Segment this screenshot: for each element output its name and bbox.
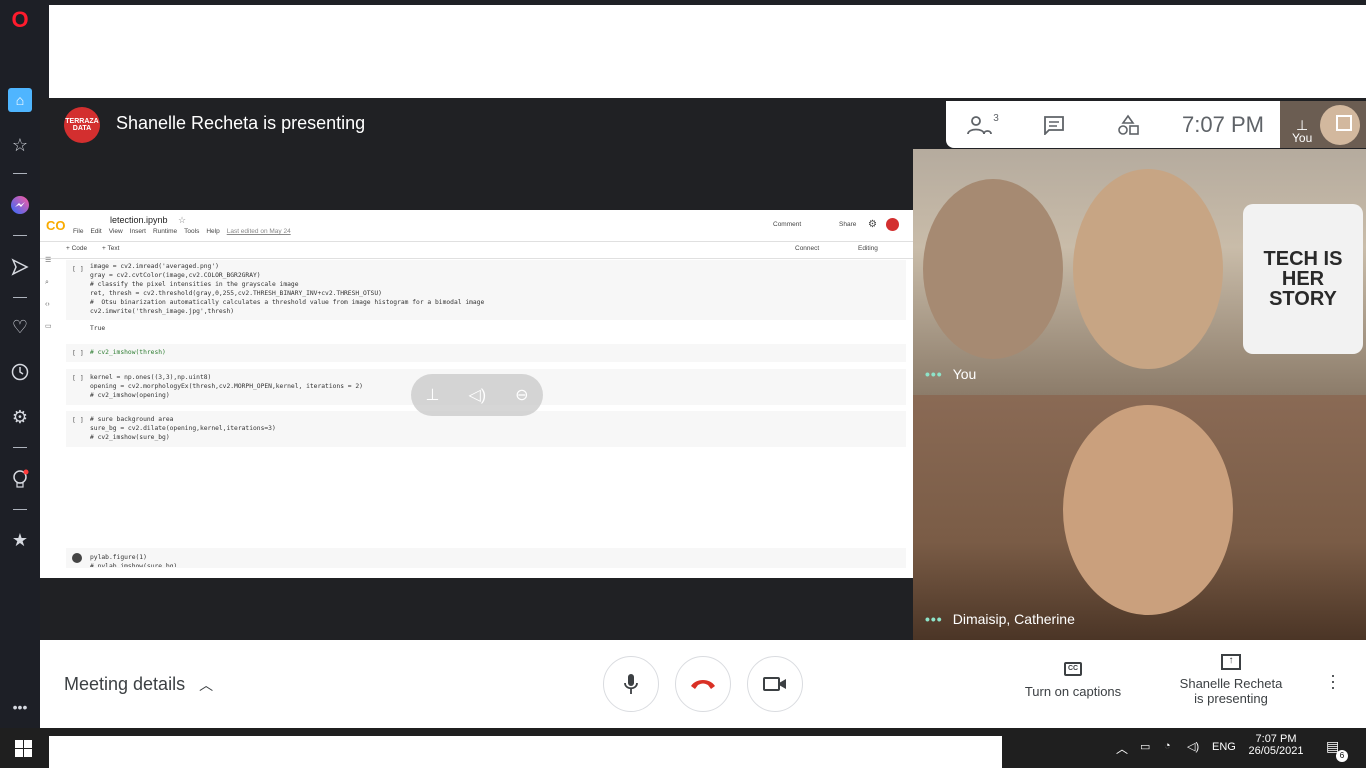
taskbar-overlay-panel[interactable] — [49, 736, 1002, 768]
send-icon[interactable] — [8, 255, 32, 279]
shapes-icon — [1118, 114, 1139, 135]
mic-button[interactable] — [603, 656, 659, 712]
chat-button[interactable] — [1032, 101, 1076, 148]
tile-name-you: ••• You — [925, 366, 977, 382]
captions-label: Turn on captions — [1024, 684, 1122, 699]
meeting-details-button[interactable]: Meeting details ︿ — [64, 674, 213, 695]
volume-icon[interactable]: ◁) — [1187, 740, 1199, 753]
chevron-up-icon: ︿ — [199, 676, 214, 693]
code-cell-2[interactable] — [66, 344, 906, 362]
self-label: You — [1292, 131, 1313, 145]
run-cell-icon[interactable] — [72, 553, 82, 563]
blank-web-content — [49, 5, 1366, 98]
code-cell-5[interactable] — [66, 548, 906, 568]
last-edited[interactable]: Last edited on May 24 — [227, 228, 291, 235]
cell-run-bracket[interactable]: [ ] — [72, 416, 84, 424]
colab-left-toolbar: ☰ ⌕ ‹› ▭ — [45, 257, 52, 330]
mic-icon — [624, 674, 638, 694]
menu-tools[interactable]: Tools — [184, 228, 199, 235]
self-view-thumbnail[interactable]: ⊥ You — [1280, 101, 1366, 148]
hang-up-button[interactable] — [675, 656, 731, 712]
presenting-label-2: is presenting — [1194, 691, 1268, 706]
bookmark-star-icon[interactable]: ★ — [8, 528, 32, 552]
presenting-title: Shanelle Recheta is presenting — [116, 113, 366, 133]
menu-help[interactable]: Help — [206, 228, 219, 235]
presenting-button[interactable]: ↑ Shanelle Recheta is presenting — [1164, 654, 1298, 706]
colab-logo-icon: CO — [46, 218, 66, 233]
star-icon[interactable]: ☆ — [8, 133, 32, 157]
editing-button[interactable]: Editing — [858, 245, 878, 252]
camera-icon — [763, 677, 786, 691]
activities-button[interactable] — [1106, 101, 1150, 148]
wifi-icon[interactable]: ◔ — [1164, 740, 1171, 752]
cell-run-bracket[interactable]: [ ] — [72, 265, 84, 273]
notebook-filename[interactable]: letection.ipynb — [110, 215, 168, 225]
mug-text: TECH IS HER STORY — [1243, 204, 1363, 354]
present-icon: ↑ — [1221, 654, 1241, 670]
messenger-icon[interactable] — [8, 193, 32, 217]
share-button[interactable]: Share — [839, 221, 856, 228]
meet-bottom-bar: Meeting details ︿ CC Turn on captions ↑ … — [40, 640, 1366, 728]
participants-count: 3 — [993, 113, 999, 124]
account-avatar[interactable] — [886, 218, 899, 231]
code-cell-1-source: image = cv2.imread('averaged.png') gray … — [90, 263, 485, 315]
taskbar-date: 26/05/2021 — [1248, 745, 1304, 757]
menu-insert[interactable]: Insert — [130, 228, 146, 235]
more-options-icon[interactable]: · · · — [1330, 666, 1336, 696]
tile-name-catherine: ••• Dimaisip, Catherine — [925, 611, 1075, 627]
meet-top-controls: 3 7:07 PM — [946, 101, 1280, 148]
language-indicator[interactable]: ENG — [1212, 741, 1236, 753]
code-cell-1-output: True — [90, 325, 106, 332]
colab-menu: File Edit View Insert Runtime Tools Help… — [73, 228, 291, 235]
presenter-avatar: TERRAZA DATA — [64, 107, 100, 143]
menu-runtime[interactable]: Runtime — [153, 228, 177, 235]
tray-chevron-icon[interactable]: ︿ — [1116, 740, 1128, 757]
add-code-button[interactable]: + Code — [66, 245, 87, 252]
phone-hangup-icon — [691, 680, 715, 689]
more-icon[interactable]: ••• — [8, 695, 32, 719]
video-tile-you[interactable]: TECH IS HER STORY ••• You — [913, 149, 1366, 395]
camera-button[interactable] — [747, 656, 803, 712]
menu-file[interactable]: File — [73, 228, 83, 235]
battery-icon[interactable]: ▭ — [1140, 740, 1150, 753]
notification-badge: 6 — [1336, 750, 1348, 762]
unpin-grid-icon[interactable] — [1336, 115, 1352, 131]
code-cell-2-source: # cv2_imshow(thresh) — [90, 349, 166, 356]
colab-settings-icon[interactable]: ⚙ — [868, 219, 877, 230]
captions-button[interactable]: CC Turn on captions — [1010, 662, 1136, 699]
heart-icon[interactable]: ♡ — [8, 315, 32, 339]
meeting-clock: 7:07 PM — [1182, 111, 1264, 137]
cell-run-bracket[interactable]: [ ] — [72, 374, 84, 382]
menu-edit[interactable]: Edit — [90, 228, 101, 235]
lightbulb-icon[interactable] — [8, 467, 32, 491]
meeting-details-label: Meeting details — [64, 674, 186, 694]
remove-icon[interactable]: ⊖ — [515, 385, 528, 405]
comment-button[interactable]: Comment — [773, 221, 801, 228]
video-tile-catherine[interactable]: ••• Dimaisip, Catherine — [913, 395, 1366, 640]
home-icon[interactable]: ⌂ — [8, 88, 32, 112]
code-cell-3-source: kernel = np.ones((3,3),np.uint8) opening… — [90, 374, 363, 399]
participants-button[interactable]: 3 — [958, 101, 1008, 148]
menu-view[interactable]: View — [109, 228, 123, 235]
people-icon — [967, 115, 993, 134]
opera-logo-icon[interactable]: O — [8, 7, 32, 32]
add-text-button[interactable]: + Text — [102, 245, 119, 252]
cc-icon: CC — [1064, 662, 1082, 676]
pin-icon[interactable]: ⊥ — [426, 385, 440, 405]
tile-overlay-controls: ⊥ ◁) ⊖ — [411, 374, 543, 416]
mute-icon[interactable]: ◁) — [468, 385, 486, 405]
star-notebook-icon[interactable]: ☆ — [178, 215, 186, 226]
code-cell-5-source: pylab.figure(1) # pylab.imshow(sure_bg) — [90, 554, 178, 567]
windows-start-icon[interactable] — [15, 740, 32, 757]
cell-run-bracket[interactable]: [ ] — [72, 349, 84, 357]
history-icon[interactable] — [8, 360, 32, 384]
taskbar-clock[interactable]: 7:07 PM 26/05/2021 — [1246, 733, 1306, 757]
chat-icon — [1044, 115, 1064, 135]
code-cell-4-source: # sure background area sure_bg = cv2.dil… — [90, 416, 276, 441]
taskbar-time: 7:07 PM — [1255, 733, 1297, 745]
presenting-label-1: Shanelle Recheta — [1179, 676, 1283, 691]
connect-button[interactable]: Connect — [795, 245, 819, 252]
browser-sidebar: O ⌂ ☆ ♡ ⚙ ★ ••• — [0, 0, 40, 728]
settings-icon[interactable]: ⚙ — [8, 405, 32, 429]
